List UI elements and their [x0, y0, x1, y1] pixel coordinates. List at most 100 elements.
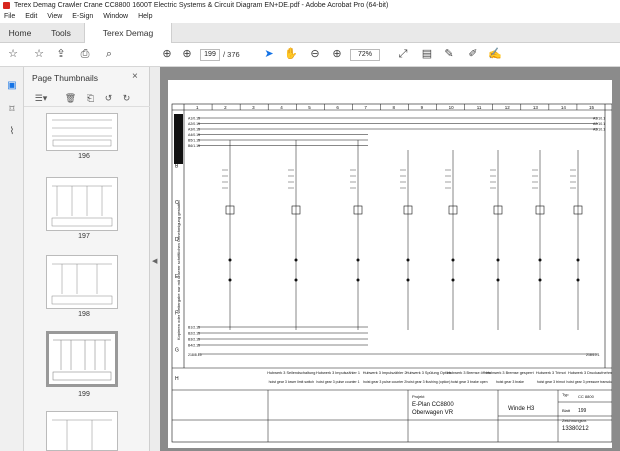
section-name: Winde H3 [508, 406, 535, 412]
document-viewer[interactable]: 123456789101112131415 ABCDEFGH TEREX Kop… [160, 67, 620, 451]
menu-esign[interactable]: E-Sign [72, 13, 93, 20]
column-number: 14 [561, 105, 567, 110]
column-number: 9 [421, 105, 424, 110]
tab-home[interactable]: Home [0, 23, 40, 43]
page-thumbnail[interactable] [46, 255, 118, 309]
drawing-no-label: Zeichnungsnr. [562, 418, 587, 423]
menu-file[interactable]: File [4, 13, 15, 20]
column-number: 1 [196, 105, 199, 110]
panel-toolbar: ☰▾ 🗑 ⎗ ↺ ↻ [24, 89, 150, 107]
description-de: Hubwerk 3 Seilendschaltung [267, 371, 315, 375]
star-icon[interactable]: ☆ [6, 47, 20, 61]
menu-window[interactable]: Window [103, 13, 128, 20]
description-de: Hubwerk 3 Impulszähler 1 [316, 371, 360, 375]
description-en: hoist gear 3 pulse counter 2 [363, 380, 406, 384]
description-de: Hubwerk 3 Trimot [536, 371, 567, 375]
thumbnail-options-icon[interactable]: ☰▾ [32, 92, 50, 104]
page-up-icon[interactable]: ⊕ [160, 47, 174, 61]
zoom-out-icon[interactable]: ⊖ [308, 47, 322, 61]
column-number: 4 [280, 105, 283, 110]
page-thumbnail[interactable] [46, 411, 118, 451]
search-icon[interactable]: ⌕ [102, 47, 116, 61]
circuit-branch [532, 150, 545, 330]
tab-home-label: Home [8, 28, 32, 38]
description-en: hoist gear 3 flushing (option) [406, 380, 450, 384]
row-letter: H [175, 376, 179, 382]
description-en: hoist gear 3 trimot [537, 380, 565, 384]
bus-label: A3/0.15 [188, 128, 200, 132]
tab-bar: Home Tools Terex Demag Crawl...× [0, 23, 620, 58]
column-number: 7 [364, 105, 367, 110]
attachments-icon[interactable]: ⌇ [5, 125, 19, 139]
menu-edit[interactable]: Edit [25, 13, 37, 20]
panel-collapse-handle[interactable]: ◀ [150, 67, 160, 451]
hand-tool-icon[interactable]: ✋ [284, 47, 298, 61]
page-thumbnail[interactable] [46, 113, 118, 151]
zoom-level-select[interactable]: 72% [350, 49, 380, 61]
description-de: Hubwerk 3 Impulszähler 2 [363, 371, 407, 375]
select-cursor-icon[interactable]: ➤ [262, 47, 276, 61]
bus-label: B5/1.15 [188, 139, 200, 143]
circuit-branch [288, 140, 301, 330]
highlight-icon[interactable]: ✐ [466, 47, 480, 61]
upload-icon[interactable]: ⇪ [54, 47, 68, 61]
tab-tools-label: Tools [51, 28, 71, 38]
sheet-label: Blatt [562, 408, 571, 413]
left-rail: ▣ ⌑ ⌇ [0, 67, 24, 451]
description-en: hoist gear 3 brake open [451, 380, 488, 384]
project-sub: Oberwagen VR [412, 410, 454, 416]
circuit-branch [445, 150, 458, 330]
pdf-page: 123456789101112131415 ABCDEFGH TEREX Kop… [168, 80, 618, 448]
page-number-input[interactable]: 199 [200, 49, 220, 61]
description-en: hoist gear 3 pressure transducer [566, 380, 617, 384]
circuit-branch [400, 150, 413, 330]
title-bar: Terex Demag Crawler Crane CC8800 1600T E… [0, 0, 620, 11]
scroll-mode-icon[interactable]: ▤ [420, 47, 434, 61]
panel-close-icon[interactable]: × [132, 71, 138, 82]
page-total: / 376 [223, 50, 240, 59]
window-title: Terex Demag Crawler Crane CC8800 1600T E… [14, 2, 389, 9]
bus-label-right: A3/10.1 [593, 128, 605, 132]
fit-page-icon[interactable]: ⤢ [396, 47, 410, 61]
description-en: hoist gear 3 lower limit switch [269, 380, 315, 384]
column-number: 13 [533, 105, 539, 110]
row-letter: G [175, 348, 179, 354]
column-number: 11 [477, 105, 482, 110]
bus-label: A4/0.15 [188, 133, 200, 137]
column-number: 3 [252, 105, 255, 110]
zoom-in-icon[interactable]: ⊕ [330, 47, 344, 61]
bookmark-icon[interactable]: ☆ [32, 47, 46, 61]
rotate-right-icon[interactable]: ↻ [120, 92, 133, 104]
thumbnail-label: 199 [78, 391, 90, 398]
print-icon[interactable]: ⎙ [78, 47, 92, 61]
thumbnail-label: 197 [78, 233, 90, 240]
description-de: Hubwerk 3 Druckaufnehmer [568, 371, 616, 375]
rotate-left-icon[interactable]: ↺ [102, 92, 115, 104]
circuit-branch [350, 140, 363, 330]
page-thumbnail[interactable] [46, 177, 118, 231]
bottom-bus-label: B3/2.15 [188, 338, 200, 342]
panel-title: Page Thumbnails [32, 73, 98, 83]
bus-label: A2/0.15 [188, 122, 200, 126]
page-thumbnails-icon[interactable]: ▣ [5, 79, 19, 93]
page-down-icon[interactable]: ⊕ [180, 47, 194, 61]
ground-label-left: 218/8.15 [188, 353, 202, 357]
column-number: 6 [336, 105, 339, 110]
delete-page-icon[interactable]: 🗑 [64, 92, 77, 104]
bookmarks-icon[interactable]: ⌑ [5, 103, 19, 117]
column-number: 15 [589, 105, 595, 110]
description-de: Hubwerk 3 Spülung Option [406, 371, 451, 375]
tab-document[interactable]: Terex Demag Crawl...× [84, 23, 172, 58]
comment-icon[interactable]: ✎ [442, 47, 456, 61]
vertical-scrollbar[interactable] [612, 67, 620, 451]
description-en: hoist gear 3 brake [496, 380, 524, 384]
main-toolbar: ☆ ☆ ⇪ ⎙ ⌕ ⊕ ⊕ 199 / 376 ➤ ✋ ⊖ ⊕ 72% ⤢ ▤ … [0, 43, 620, 67]
insert-page-icon[interactable]: ⎗ [84, 92, 97, 104]
page-thumbnail-selected[interactable] [46, 331, 118, 387]
signature-icon[interactable]: ✍ [488, 47, 502, 61]
menu-help[interactable]: Help [138, 13, 152, 20]
column-number: 12 [505, 105, 511, 110]
tab-tools[interactable]: Tools [40, 23, 82, 43]
collapse-arrow-icon[interactable]: ◀ [152, 257, 157, 265]
menu-view[interactable]: View [47, 13, 62, 20]
